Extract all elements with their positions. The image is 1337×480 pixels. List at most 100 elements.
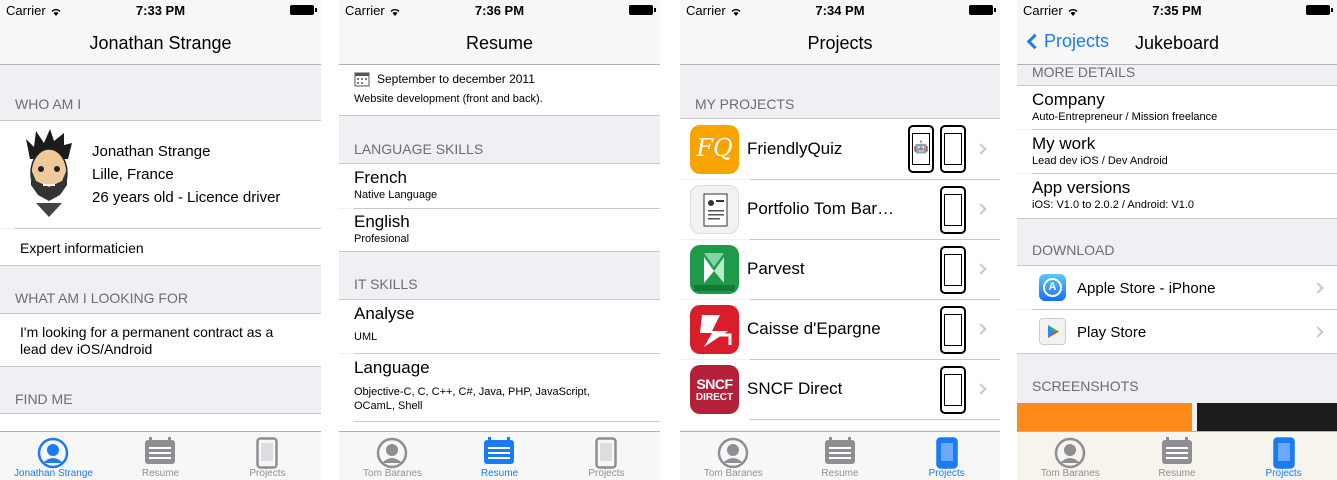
chevron-left-icon (1026, 33, 1043, 50)
experience-date: September to december 2011 (377, 72, 535, 86)
back-label: Projects (1044, 31, 1110, 51)
tab-bar: Tom Baranes Resume Projects (680, 431, 1000, 480)
tab-label: Tom Baranes (1040, 468, 1100, 479)
back-button[interactable]: Projects (1025, 31, 1109, 52)
separator (339, 251, 660, 252)
separator (1017, 353, 1337, 354)
page-title: Resume (465, 33, 534, 53)
detail-title: Company (1032, 90, 1105, 109)
tab-profile[interactable]: Jonathan Strange (0, 432, 107, 480)
tab-resume[interactable]: Resume (1124, 432, 1231, 480)
screenshot-thumbnail-2[interactable] (1197, 403, 1337, 431)
profile-content[interactable]: WHO AM I Jonathan Strange Lille, France … (0, 65, 321, 431)
detail-subtitle: Auto-Entrepreneur / Mission freelance (1032, 111, 1218, 123)
screen-profile: Carrier 7:33 PM Jonathan Strange WHO AM … (0, 0, 321, 480)
it-skill-cell: Language Objective-C, C, C++, C#, Java, … (339, 354, 660, 431)
sncf-app-icon: SNCF DIRECT (690, 365, 739, 414)
tab-label: Projects (249, 468, 286, 479)
caisse-logo-icon (700, 315, 732, 347)
chevron-right-icon (975, 143, 987, 155)
tab-label: Resume (1158, 468, 1196, 479)
parvest-app-icon (690, 245, 739, 294)
separator (0, 366, 321, 367)
project-name: Portfolio Tom Bar… (747, 199, 895, 218)
tab-projects[interactable]: Projects (553, 432, 660, 480)
battery-icon (969, 5, 996, 15)
tab-resume[interactable]: Resume (446, 432, 553, 480)
page-title: Jonathan Strange (89, 33, 232, 53)
document-icon (703, 193, 728, 227)
apple-device-icon (940, 186, 966, 234)
section-header-projects: MY PROJECTS (695, 96, 795, 112)
screen-projects: Carrier 7:34 PM Projects MY PROJECTS FQ … (680, 0, 1000, 480)
resume-content[interactable]: September to december 2011 Website devel… (339, 65, 660, 431)
chevron-right-icon (975, 383, 987, 395)
tab-projects[interactable]: Projects (1230, 432, 1337, 480)
phone-icon (935, 437, 958, 469)
project-name: Parvest (747, 259, 805, 278)
tab-resume[interactable]: Resume (787, 432, 894, 480)
profile-cell: Jonathan Strange Lille, France 26 years … (0, 121, 321, 228)
page-title: Projects (807, 33, 873, 53)
profile-age: 26 years old - Licence driver (92, 189, 281, 206)
detail-title: My work (1032, 134, 1096, 153)
project-row-parvest[interactable]: Parvest (680, 240, 1000, 299)
detail-cell: Company Auto-Entrepreneur / Mission free… (1017, 86, 1337, 129)
tab-profile[interactable]: Tom Baranes (339, 432, 446, 480)
language-cell: French Native Language (339, 164, 660, 208)
download-apple-store[interactable]: A Apple Store - iPhone (1017, 266, 1337, 309)
person-icon (377, 437, 408, 469)
chevron-right-icon (975, 203, 987, 215)
language-cell: English Profesional (339, 209, 660, 251)
person-icon (718, 437, 749, 469)
apple-device-icon (940, 366, 966, 414)
project-detail-content[interactable]: MORE DETAILS Company Auto-Entrepreneur /… (1017, 65, 1337, 431)
app-store-icon: A (1039, 274, 1066, 301)
separator (0, 265, 321, 266)
skill-name: Language (354, 358, 430, 377)
language-level: Profesional (354, 233, 410, 245)
caisse-app-icon (690, 305, 739, 354)
it-skill-cell: Analyse UML (339, 300, 660, 353)
separator (750, 419, 1000, 420)
detail-cell: My work Lead dev iOS / Dev Android (1017, 130, 1337, 173)
tab-profile[interactable]: Tom Baranes (680, 432, 787, 480)
tab-projects[interactable]: Projects (893, 432, 1000, 480)
skill-detail: Objective-C, C, C++, C#, Java, PHP, Java… (354, 386, 590, 412)
page-title: Jukeboard (1135, 33, 1220, 53)
separator (354, 421, 660, 422)
tab-projects[interactable]: Projects (214, 432, 321, 480)
experience-description: Website development (front and back). (354, 93, 543, 105)
tab-label: Resume (480, 468, 519, 479)
screenshot-thumbnail-1[interactable] (1017, 403, 1192, 431)
projects-list[interactable]: MY PROJECTS FQ FriendlyQuiz 🤖 Portfolio … (680, 65, 1000, 431)
project-name: FriendlyQuiz (747, 139, 843, 158)
screen-resume: Carrier 7:36 PM Resume September to dece… (339, 0, 660, 480)
tab-resume[interactable]: Resume (107, 432, 214, 480)
project-row-portfolio[interactable]: Portfolio Tom Bar… (680, 180, 1000, 239)
project-name: SNCF Direct (747, 379, 843, 398)
battery-icon (290, 5, 317, 15)
looking-text: I'm looking for a permanent contract as … (20, 324, 274, 357)
parvest-logo-icon (694, 253, 735, 291)
person-icon (38, 437, 69, 469)
tab-label: Projects (928, 468, 965, 479)
section-header-it: IT SKILLS (354, 276, 418, 292)
project-row-friendlyquiz[interactable]: FQ FriendlyQuiz 🤖 (680, 119, 1000, 179)
tab-profile[interactable]: Tom Baranes (1017, 432, 1124, 480)
project-row-caisse[interactable]: Caisse d'Epargne (680, 300, 1000, 359)
calendar-icon (484, 437, 515, 464)
download-label: Play Store (1077, 324, 1147, 341)
tab-label: Tom Baranes (703, 468, 763, 479)
language-name: French (354, 168, 407, 187)
section-header-download: DOWNLOAD (1032, 242, 1115, 258)
status-bar: Carrier 7:35 PM (1017, 0, 1337, 20)
looking-cell: I'm looking for a permanent contract as … (0, 314, 321, 366)
phone-icon (595, 437, 618, 469)
tab-label: Resume (141, 468, 180, 479)
download-play-store[interactable]: Play Store (1017, 310, 1337, 353)
status-bar: Carrier 7:36 PM (339, 0, 660, 20)
phone-icon (1272, 437, 1295, 469)
battery-icon (629, 5, 656, 15)
battery-icon (1306, 5, 1333, 15)
